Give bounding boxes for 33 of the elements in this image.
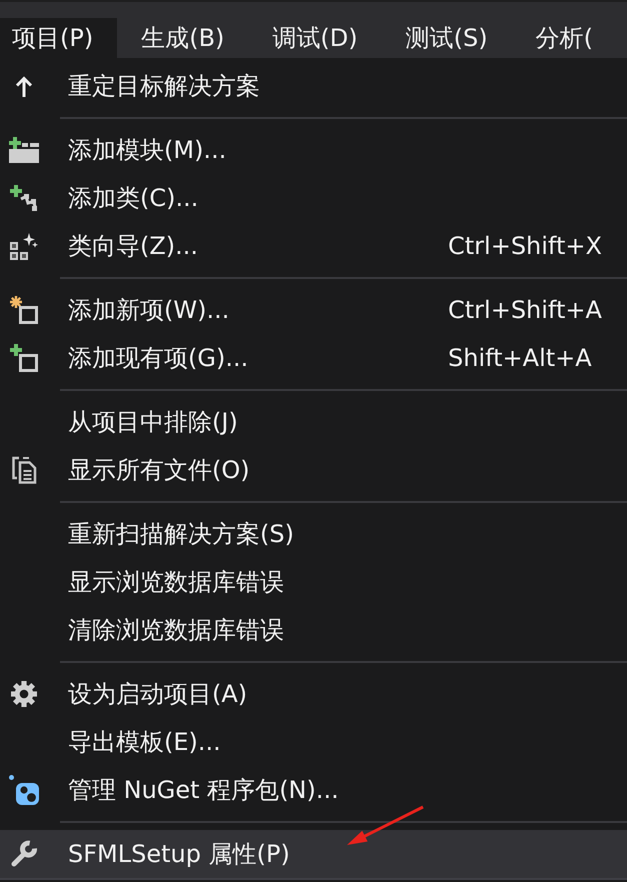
menu-item[interactable]: 清除浏览数据库错误: [0, 606, 627, 654]
menu-item[interactable]: 添加现有项(G)... Shift+Alt+A: [0, 334, 627, 382]
menu-bar-item[interactable]: 生成(B): [129, 18, 248, 58]
menu-item[interactable]: 添加模块(M)...: [0, 126, 627, 174]
menu-item[interactable]: 显示所有文件(O): [0, 446, 627, 494]
menu-item[interactable]: 管理 NuGet 程序包(N)...: [0, 766, 627, 814]
plus-nodes-icon: [10, 184, 38, 212]
menu-bar-item[interactable]: 调试(D): [260, 18, 382, 58]
menu-bar-item[interactable]: 项目(P): [0, 18, 118, 58]
menu-item[interactable]: 设为启动项目(A): [0, 670, 627, 718]
menu-item[interactable]: 从项目中排除(J): [0, 398, 627, 446]
menu-item[interactable]: 添加类(C)...: [0, 174, 627, 222]
menu-bar-item[interactable]: 分析(: [524, 18, 617, 58]
shortcut-text: Ctrl+Shift+A: [448, 296, 603, 324]
wrench-icon: [10, 840, 38, 868]
tiles-sparkle-icon: [10, 232, 38, 260]
menu-item[interactable]: 导出模板(E)...: [0, 718, 627, 766]
menu-item[interactable]: SFMLSetup 属性(P): [0, 830, 627, 878]
shortcut-text: Ctrl+Shift+X: [448, 232, 603, 260]
plus-square-icon: [10, 344, 38, 372]
asterisk-square-icon: [10, 296, 38, 324]
menu-item[interactable]: 重定目标解决方案: [0, 62, 627, 110]
dots-tile-icon: [9, 775, 39, 805]
menu-item[interactable]: 显示浏览数据库错误: [0, 558, 627, 606]
documents-icon: [11, 456, 37, 484]
menu-item[interactable]: 重新扫描解决方案(S): [0, 510, 627, 558]
settings-icon: [11, 681, 37, 707]
shortcut-text: Shift+Alt+A: [448, 344, 593, 372]
menu-item[interactable]: 添加新项(W)... Ctrl+Shift+A: [0, 286, 627, 334]
arrow-up-icon: [15, 76, 33, 96]
box-plus-icon: [9, 137, 39, 163]
menu-item[interactable]: 类向导(Z)... Ctrl+Shift+X: [0, 222, 627, 270]
menu-bar-item[interactable]: 测试(S): [394, 18, 512, 58]
